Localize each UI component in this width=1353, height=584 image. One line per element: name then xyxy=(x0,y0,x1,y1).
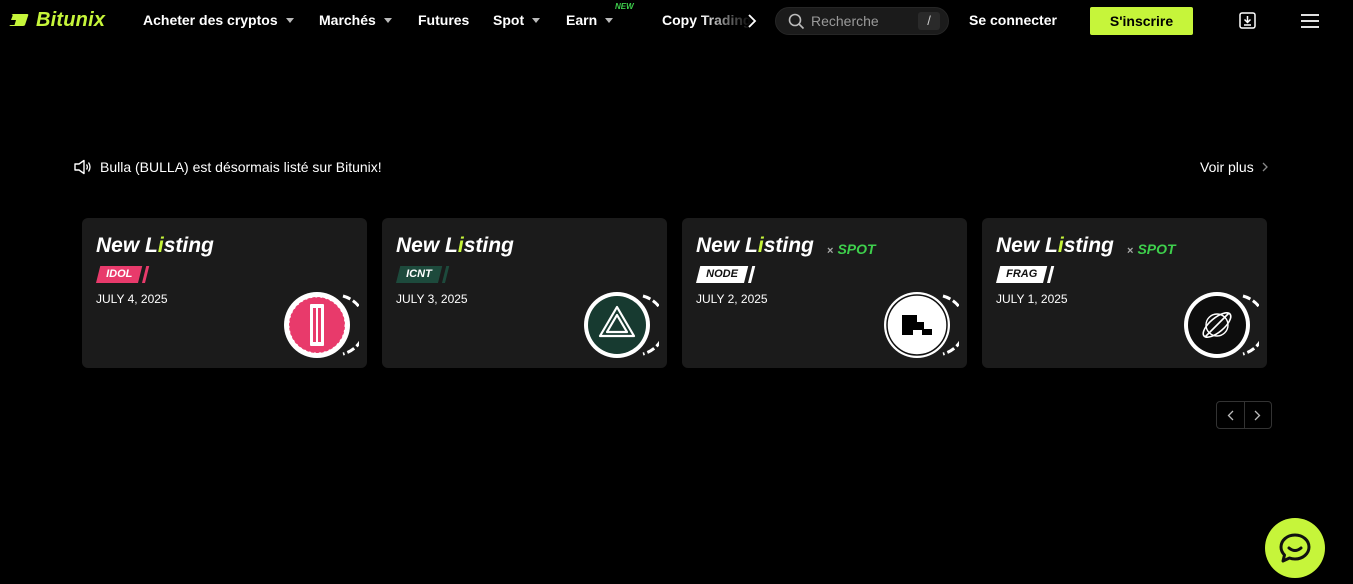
search-box[interactable]: / xyxy=(775,7,949,35)
token-tag: IDOL xyxy=(96,266,150,283)
nav-earn[interactable]: Earn xyxy=(566,12,614,28)
frag-coin-icon xyxy=(1184,292,1259,358)
nav-buy-crypto[interactable]: Acheter des cryptos xyxy=(143,12,294,28)
chat-icon xyxy=(1279,533,1311,563)
chevron-right-icon xyxy=(1262,162,1268,172)
spot-label: × SPOT xyxy=(1127,241,1176,257)
search-input[interactable] xyxy=(811,12,911,30)
listing-date: JULY 4, 2025 xyxy=(96,292,168,306)
announcement-text: Bulla (BULLA) est désormais listé sur Bi… xyxy=(100,159,382,175)
logo-mark-icon xyxy=(8,14,29,26)
menu-icon[interactable] xyxy=(1301,13,1319,29)
card-title: New Listing xyxy=(96,234,214,257)
nav-spot[interactable]: Spot xyxy=(493,12,541,28)
listing-card[interactable]: New Listing IDOL JULY 4, 2025 xyxy=(82,218,367,368)
nav-label: Futures xyxy=(418,12,470,28)
see-more-link[interactable]: Voir plus xyxy=(1200,159,1268,175)
carousel-controls xyxy=(1216,401,1272,429)
caret-down-icon xyxy=(285,18,294,23)
node-coin-icon xyxy=(884,292,959,358)
listing-date: JULY 2, 2025 xyxy=(696,292,768,306)
signup-button[interactable]: S'inscrire xyxy=(1090,7,1193,35)
token-tag: FRAG xyxy=(996,266,1055,283)
chat-support-button[interactable] xyxy=(1265,518,1325,578)
card-title: New Listing xyxy=(996,234,1114,257)
search-icon xyxy=(788,13,805,30)
chevron-right-icon xyxy=(1254,410,1261,420)
login-link[interactable]: Se connecter xyxy=(969,12,1057,28)
nav-label: Earn xyxy=(566,12,598,28)
listing-card[interactable]: New Listing × SPOT FRAG JULY 1, 2025 xyxy=(982,218,1267,368)
caret-down-icon xyxy=(383,18,392,23)
nav-label: Marchés xyxy=(319,12,376,28)
carousel-next-button[interactable] xyxy=(1243,402,1272,428)
nav-label: Spot xyxy=(493,12,525,28)
carousel-prev-button[interactable] xyxy=(1217,402,1244,428)
icnt-coin-icon xyxy=(584,292,659,358)
nav-label: Acheter des cryptos xyxy=(143,12,278,28)
nav-scroll-right-icon[interactable] xyxy=(747,14,757,28)
top-nav: Bitunix Acheter des cryptos Marchés Futu… xyxy=(0,0,1353,42)
see-more-label: Voir plus xyxy=(1200,159,1254,175)
nav-futures[interactable]: Futures xyxy=(418,12,469,28)
new-badge: NEW xyxy=(615,2,634,11)
chevron-left-icon xyxy=(1227,410,1234,420)
brand-logo[interactable]: Bitunix xyxy=(8,9,105,31)
brand-name: Bitunix xyxy=(36,8,106,31)
token-tag: NODE xyxy=(696,266,756,283)
megaphone-icon xyxy=(74,159,91,175)
card-title: New Listing xyxy=(396,234,514,257)
caret-down-icon xyxy=(532,18,541,23)
announcement-bar[interactable]: Bulla (BULLA) est désormais listé sur Bi… xyxy=(73,159,382,175)
spot-label: × SPOT xyxy=(827,241,876,257)
listing-card[interactable]: New Listing × SPOT NODE JULY 2, 2025 xyxy=(682,218,967,368)
listing-card[interactable]: New Listing ICNT JULY 3, 2025 xyxy=(382,218,667,368)
token-tag: ICNT xyxy=(396,266,449,283)
nav-markets[interactable]: Marchés xyxy=(319,12,392,28)
search-shortcut-key: / xyxy=(918,12,940,30)
listing-date: JULY 3, 2025 xyxy=(396,292,468,306)
listing-date: JULY 1, 2025 xyxy=(996,292,1068,306)
download-icon[interactable] xyxy=(1239,12,1256,29)
idol-coin-icon xyxy=(284,292,359,358)
caret-down-icon xyxy=(605,18,614,23)
card-title: New Listing xyxy=(696,234,814,257)
